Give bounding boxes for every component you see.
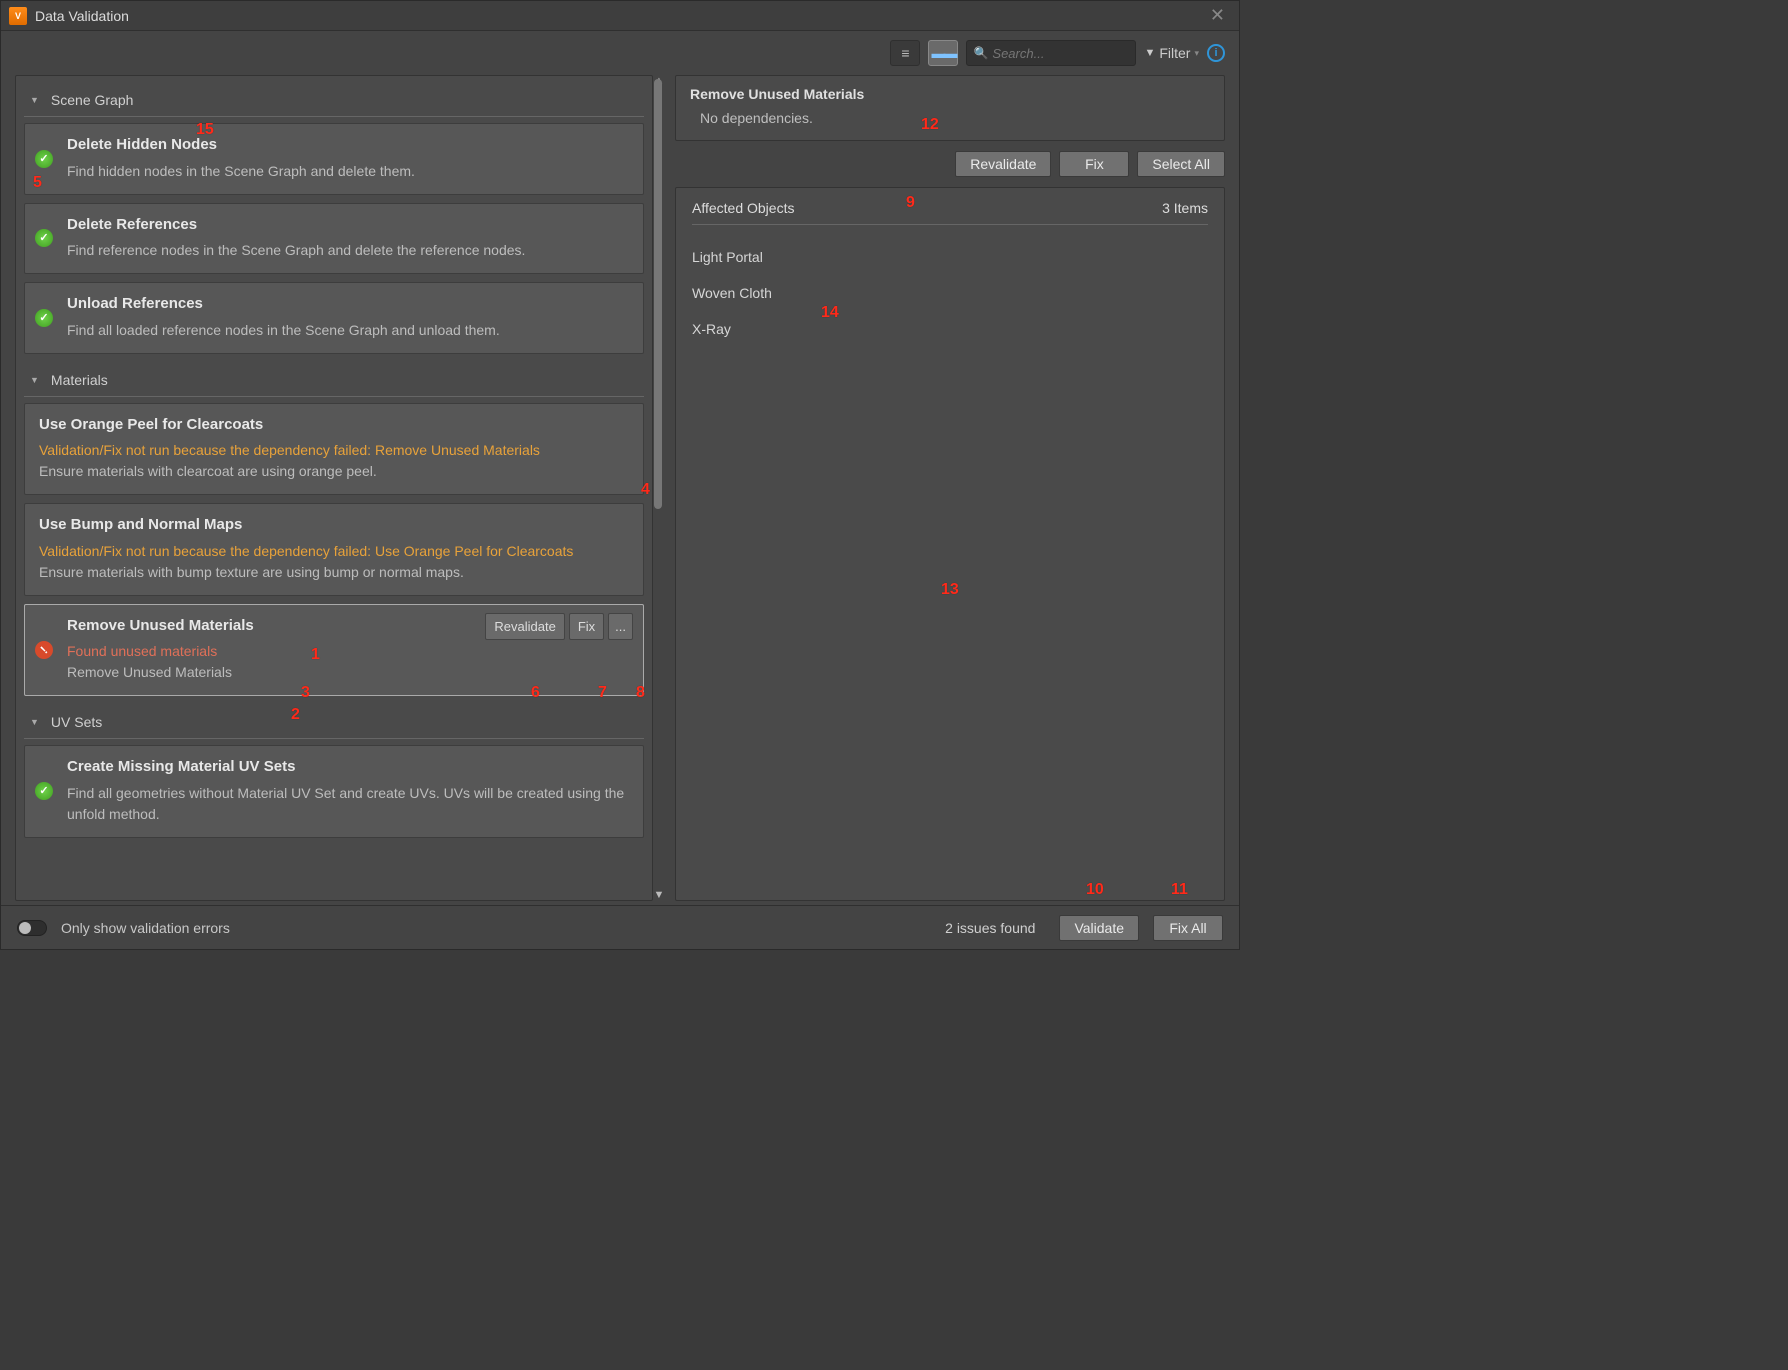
affected-header: Affected Objects 3 Items <box>692 200 1208 225</box>
status-error-icon <box>35 641 53 659</box>
close-icon[interactable]: ✕ <box>1204 5 1231 26</box>
chevron-down-icon: ▼ <box>30 717 39 727</box>
card-remove-unused-materials[interactable]: Revalidate Fix ... Remove Unused Materia… <box>24 604 644 697</box>
details-title: Remove Unused Materials <box>690 86 1210 102</box>
scrollbar[interactable]: ▲ ▼ <box>653 75 665 901</box>
status-ok-icon: ✓ <box>35 150 53 168</box>
issues-found-text: 2 issues found <box>945 920 1035 936</box>
details-panel: Remove Unused Materials No dependencies.… <box>675 75 1225 901</box>
card-delete-references[interactable]: ✓ Delete References Find reference nodes… <box>24 203 644 275</box>
affected-object-item[interactable]: Woven Cloth <box>692 275 1208 311</box>
revalidate-button[interactable]: Revalidate <box>955 151 1051 177</box>
select-all-button[interactable]: Select All <box>1137 151 1225 177</box>
footer: Only show validation errors 2 issues fou… <box>1 905 1239 949</box>
search-box[interactable]: 🔍 <box>966 40 1136 66</box>
affected-count: 3 Items <box>1162 200 1208 216</box>
no-dependencies-text: No dependencies. <box>690 110 1210 126</box>
app-icon: V <box>9 7 27 25</box>
filter-label: Filter <box>1159 45 1190 61</box>
filter-icon: ▼ <box>1144 47 1155 59</box>
chevron-down-icon: ▼ <box>30 375 39 385</box>
card-title: Delete References <box>67 214 629 237</box>
search-icon: 🔍 <box>973 46 988 60</box>
toolbar: ≡ ▬▬ 🔍 ▼ Filter ▾ i <box>1 31 1239 75</box>
card-inline-buttons: Revalidate Fix ... <box>485 613 633 641</box>
card-title: Use Orange Peel for Clearcoats <box>39 414 629 437</box>
chevron-down-icon: ▾ <box>1194 48 1199 59</box>
card-desc: Ensure materials with bump texture are u… <box>39 562 629 583</box>
group-label: Materials <box>51 372 108 388</box>
window-title: Data Validation <box>35 8 129 24</box>
status-ok-icon: ✓ <box>35 782 53 800</box>
card-title: Delete Hidden Nodes <box>67 134 629 157</box>
validation-list: ▼ Scene Graph ✓ Delete Hidden Nodes Find… <box>15 75 653 901</box>
scroll-down-icon[interactable]: ▼ <box>654 889 665 901</box>
details-buttons: Revalidate Fix Select All <box>675 151 1225 177</box>
view-compact-button[interactable]: ≡ <box>890 40 920 66</box>
body: ▼ Scene Graph ✓ Delete Hidden Nodes Find… <box>1 75 1239 905</box>
group-uv-sets[interactable]: ▼ UV Sets <box>24 704 644 739</box>
card-title: Unload References <box>67 293 629 316</box>
list-icon: ≡ <box>901 45 909 61</box>
card-warning: Validation/Fix not run because the depen… <box>39 541 629 562</box>
grid-icon: ▬▬ <box>931 45 955 61</box>
only-errors-label: Only show validation errors <box>61 920 230 936</box>
fix-all-button[interactable]: Fix All <box>1153 915 1223 941</box>
affected-label: Affected Objects <box>692 200 794 216</box>
card-delete-hidden-nodes[interactable]: ✓ Delete Hidden Nodes Find hidden nodes … <box>24 123 644 195</box>
status-ok-icon: ✓ <box>35 229 53 247</box>
fix-button[interactable]: Fix <box>1059 151 1129 177</box>
scroll-thumb[interactable] <box>654 79 662 509</box>
card-desc: Find reference nodes in the Scene Graph … <box>67 240 629 261</box>
group-label: Scene Graph <box>51 92 134 108</box>
card-revalidate-button[interactable]: Revalidate <box>485 613 564 641</box>
card-orange-peel[interactable]: Use Orange Peel for Clearcoats Validatio… <box>24 403 644 496</box>
search-input[interactable] <box>992 46 1129 61</box>
chevron-down-icon: ▼ <box>30 95 39 105</box>
card-bump-normal[interactable]: Use Bump and Normal Maps Validation/Fix … <box>24 503 644 596</box>
card-title: Use Bump and Normal Maps <box>39 514 629 537</box>
dependencies-box: Remove Unused Materials No dependencies. <box>675 75 1225 141</box>
card-desc: Find all loaded reference nodes in the S… <box>67 320 629 341</box>
group-scene-graph[interactable]: ▼ Scene Graph <box>24 82 644 117</box>
validate-button[interactable]: Validate <box>1059 915 1139 941</box>
card-create-uv-sets[interactable]: ✓ Create Missing Material UV Sets Find a… <box>24 745 644 838</box>
data-validation-window: V Data Validation ✕ ≡ ▬▬ 🔍 ▼ Filter ▾ i <box>0 0 1240 950</box>
view-detailed-button[interactable]: ▬▬ <box>928 40 958 66</box>
filter-dropdown[interactable]: ▼ Filter ▾ <box>1144 45 1199 61</box>
card-title: Create Missing Material UV Sets <box>67 756 629 779</box>
info-icon[interactable]: i <box>1207 44 1225 62</box>
card-unload-references[interactable]: ✓ Unload References Find all loaded refe… <box>24 282 644 354</box>
titlebar: V Data Validation ✕ <box>1 1 1239 31</box>
card-desc: Remove Unused Materials <box>67 662 629 683</box>
card-desc: Find all geometries without Material UV … <box>67 783 629 825</box>
affected-object-item[interactable]: Light Portal <box>692 239 1208 275</box>
only-errors-toggle[interactable] <box>17 920 47 936</box>
validation-list-panel: ▼ Scene Graph ✓ Delete Hidden Nodes Find… <box>15 75 665 901</box>
affected-objects-box: Affected Objects 3 Items Light Portal Wo… <box>675 187 1225 901</box>
status-ok-icon: ✓ <box>35 309 53 327</box>
card-fix-button[interactable]: Fix <box>569 613 604 641</box>
affected-object-item[interactable]: X-Ray <box>692 311 1208 347</box>
card-warning: Validation/Fix not run because the depen… <box>39 440 629 461</box>
group-label: UV Sets <box>51 714 102 730</box>
card-desc: Find hidden nodes in the Scene Graph and… <box>67 161 629 182</box>
group-materials[interactable]: ▼ Materials <box>24 362 644 397</box>
card-error: Found unused materials <box>67 641 629 662</box>
card-more-button[interactable]: ... <box>608 613 633 641</box>
card-desc: Ensure materials with clearcoat are usin… <box>39 461 629 482</box>
